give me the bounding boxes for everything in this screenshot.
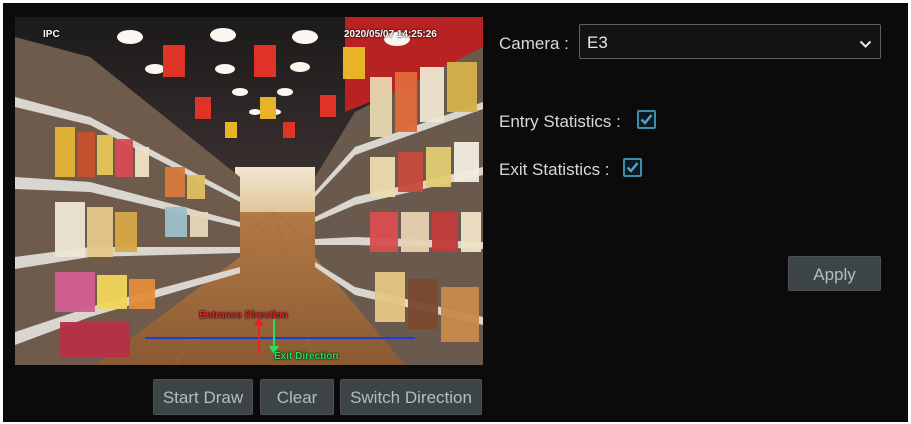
entry-statistics-label: Entry Statistics : — [499, 112, 621, 131]
camera-select-value: E3 — [587, 33, 608, 52]
camera-select[interactable]: E3 — [579, 24, 881, 59]
apply-button[interactable]: Apply — [788, 256, 881, 291]
timestamp-label: 2020/05/07 14:25:26 — [344, 29, 437, 40]
people-counting-panel: IPC 2020/05/07 14:25:26 Entrance Directi… — [3, 3, 908, 422]
exit-statistics-checkbox[interactable] — [623, 158, 642, 177]
start-draw-button[interactable]: Start Draw — [153, 379, 253, 415]
exit-direction-label: Exit Direction — [274, 351, 339, 362]
clear-button[interactable]: Clear — [260, 379, 334, 415]
camera-preview[interactable]: IPC 2020/05/07 14:25:26 Entrance Directi… — [15, 17, 483, 365]
channel-label: IPC — [43, 29, 60, 40]
checkmark-icon — [626, 162, 639, 173]
entry-statistics-checkbox[interactable] — [637, 110, 656, 129]
checkmark-icon — [640, 114, 653, 125]
exit-statistics-label: Exit Statistics : — [499, 160, 610, 179]
switch-direction-button[interactable]: Switch Direction — [340, 379, 482, 415]
chevron-down-icon — [859, 36, 872, 54]
entrance-direction-label: Entrance Direction — [199, 310, 288, 321]
camera-label: Camera : — [499, 34, 569, 53]
